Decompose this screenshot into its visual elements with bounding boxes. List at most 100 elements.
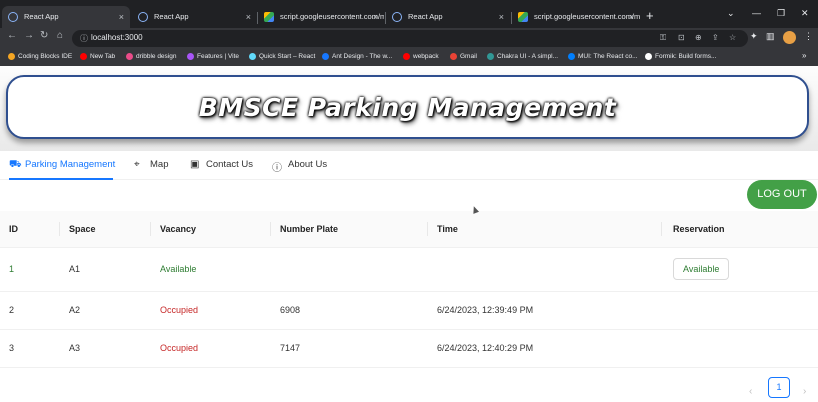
table-row: 1 A1 Available Available <box>0 247 818 292</box>
bookmarks-overflow-button[interactable]: » <box>802 51 806 60</box>
location-pin-icon: ⌖ <box>134 159 140 170</box>
maximize-icon[interactable]: ❐ <box>777 8 785 19</box>
ant-design-icon <box>322 53 329 60</box>
tab-map[interactable]: ⌖ Map <box>134 159 168 170</box>
cell-id: 3 <box>0 329 60 368</box>
close-tab-icon[interactable]: × <box>499 6 504 28</box>
react-favicon-icon <box>8 12 18 22</box>
bookmark-item[interactable]: Coding Blocks IDE <box>8 51 72 62</box>
browser-tab-1[interactable]: React App × <box>2 6 130 28</box>
side-panel-icon[interactable]: ▥ <box>766 31 775 42</box>
bookmark-item[interactable]: New Tab <box>80 51 115 62</box>
column-header-id[interactable]: ID <box>0 211 60 248</box>
browser-tab-title: React App <box>408 12 443 21</box>
bookmark-item[interactable]: Gmail <box>450 51 477 62</box>
vite-icon <box>187 53 194 60</box>
page-title: BMSCE Parking Management <box>198 93 617 122</box>
column-header-space[interactable]: Space <box>60 211 151 248</box>
bookmark-item[interactable]: Chakra UI - A simpl... <box>487 51 558 62</box>
install-icon[interactable]: ⊡ <box>678 33 685 42</box>
close-tab-icon[interactable]: × <box>629 6 634 28</box>
browser-tab-4[interactable]: React App × <box>386 6 510 28</box>
cell-vacancy: Occupied <box>151 291 271 330</box>
minimize-icon[interactable]: — <box>752 8 761 18</box>
coding-blocks-icon <box>8 53 15 60</box>
mui-icon <box>568 53 575 60</box>
table-row: 2 A2 Occupied 6908 6/24/2023, 12:39:49 P… <box>0 291 818 330</box>
bookmark-star-icon[interactable]: ☆ <box>729 33 736 42</box>
gmail-icon <box>450 53 457 60</box>
bookmark-item[interactable]: webpack <box>403 51 439 62</box>
tab-label: Contact Us <box>206 159 253 170</box>
bookmark-item[interactable]: MUI: The React co... <box>568 51 637 62</box>
react-favicon-icon <box>392 12 402 22</box>
cell-space: A2 <box>60 291 151 330</box>
zoom-icon[interactable]: ⊕ <box>695 33 702 42</box>
back-icon[interactable]: ← <box>7 30 17 41</box>
cell-vacancy: Occupied <box>151 329 271 368</box>
formik-icon <box>645 53 652 60</box>
header-banner: BMSCE Parking Management <box>6 75 809 139</box>
column-header-vacancy[interactable]: Vacancy <box>151 211 271 248</box>
bookmark-item[interactable]: dribble design <box>126 51 176 62</box>
column-header-reservation[interactable]: Reservation <box>662 211 818 248</box>
info-icon: ⓘ <box>272 163 282 174</box>
bookmark-item[interactable]: Features | Vite <box>187 51 239 62</box>
cell-id: 1 <box>0 247 60 292</box>
cell-space: A1 <box>60 247 151 292</box>
column-header-number-plate[interactable]: Number Plate <box>271 211 428 248</box>
cell-number-plate: 7147 <box>271 329 428 368</box>
table-header-row: ID Space Vacancy Number Plate Time Reser… <box>0 211 818 248</box>
browser-menu-icon[interactable]: ⋮ <box>804 31 813 42</box>
extensions-icon[interactable]: ✦ <box>750 31 758 42</box>
bookmark-item[interactable]: Ant Design - The w... <box>322 51 392 62</box>
nav-tabs: ⛟ Parking Management ⌖ Map ▣ Contact Us … <box>0 152 818 180</box>
key-icon[interactable]: ⚿ <box>660 33 666 43</box>
browser-tab-2[interactable]: React App × <box>132 6 257 28</box>
pagination-next-icon[interactable]: › <box>803 386 806 397</box>
close-tab-icon[interactable]: × <box>119 6 124 28</box>
address-bar[interactable]: ⓘ localhost:3000 ⚿ ⊡ ⊕ ⇪ ☆ <box>72 30 748 47</box>
forward-icon[interactable]: → <box>24 30 34 41</box>
home-icon[interactable]: ⌂ <box>57 30 63 41</box>
gsc-favicon-icon <box>264 12 274 22</box>
tab-about-us[interactable]: ⓘ About Us <box>272 159 327 174</box>
share-icon[interactable]: ⇪ <box>712 33 719 42</box>
site-info-icon[interactable]: ⓘ <box>80 33 88 44</box>
bookmark-item[interactable]: Quick Start – React <box>249 51 315 62</box>
tab-search-icon[interactable]: ⌄ <box>727 8 735 19</box>
car-icon: ⛟ <box>9 159 22 170</box>
tab-label: Map <box>150 159 169 170</box>
close-tab-icon[interactable]: × <box>373 6 378 28</box>
profile-avatar[interactable] <box>783 31 796 44</box>
column-header-time[interactable]: Time <box>428 211 662 248</box>
bookmarks-bar: Coding Blocks IDE New Tab dribble design… <box>0 49 818 66</box>
new-tab-button[interactable]: + <box>646 8 654 23</box>
cell-time <box>428 247 662 292</box>
logout-button[interactable]: LOG OUT <box>747 180 817 209</box>
cell-id: 2 <box>0 291 60 330</box>
contact-card-icon: ▣ <box>190 159 200 170</box>
gsc-favicon-icon <box>518 12 528 22</box>
pagination-prev-icon[interactable]: ‹ <box>749 386 752 397</box>
tab-contact-us[interactable]: ▣ Contact Us <box>190 159 253 170</box>
cell-number-plate: 6908 <box>271 291 428 330</box>
browser-tab-5[interactable]: script.googleusercontent.com/m × <box>512 6 640 28</box>
bookmark-item[interactable]: Formik: Build forms... <box>645 51 716 62</box>
reload-icon[interactable]: ↻ <box>40 30 48 41</box>
react-icon <box>249 53 256 60</box>
tab-parking-management[interactable]: ⛟ Parking Management <box>9 159 115 170</box>
page-content: BMSCE Parking Management ⛟ Parking Manag… <box>0 66 818 402</box>
browser-tab-title: script.googleusercontent.com/m <box>534 12 640 21</box>
address-url[interactable]: localhost:3000 <box>91 33 143 42</box>
cell-number-plate <box>271 247 428 292</box>
browser-tab-3[interactable]: script.googleusercontent.com/m × <box>258 6 384 28</box>
close-tab-icon[interactable]: × <box>246 6 251 28</box>
close-window-icon[interactable]: ✕ <box>801 8 809 19</box>
pagination-page-current[interactable]: 1 <box>768 377 790 398</box>
react-favicon-icon <box>138 12 148 22</box>
cell-reservation <box>662 291 818 330</box>
youtube-icon <box>80 53 87 60</box>
reserve-button[interactable]: Available <box>673 258 730 280</box>
cell-reservation <box>662 329 818 368</box>
